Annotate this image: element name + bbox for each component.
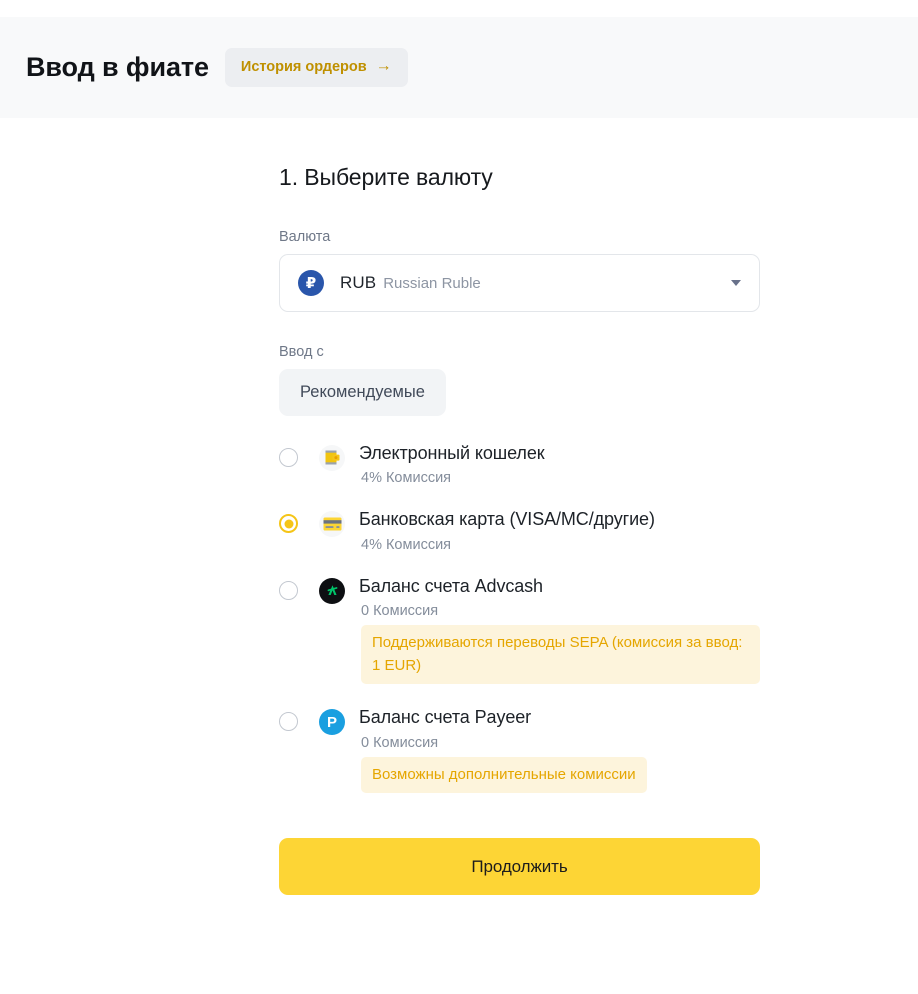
advcash-icon [319,577,345,604]
step-title: 1. Выберите валюту [279,164,493,190]
tab-recommended[interactable]: Рекомендуемые [279,369,446,416]
option-note: Возможны дополнительные комиссии [361,756,647,793]
page-title: Ввод в фиате [26,52,209,82]
option-advcash[interactable]: Баланс счета Advcash 0 Комиссия Поддержи… [279,575,760,684]
currency-select[interactable]: ₽ RUB Russian Ruble [279,254,760,312]
option-bank-card[interactable]: Банковская карта (VISA/MC/другие) 4% Ком… [279,508,760,553]
option-fee: 0 Комиссия [361,734,439,751]
option-title: Баланс счета Advcash [359,575,543,596]
option-e-wallet[interactable]: Электронный кошелек 4% Комиссия [279,442,760,486]
option-title: Баланс счета Payeer [359,707,532,727]
continue-button[interactable]: Продолжить [279,838,760,895]
page-header: Ввод в фиате История ордеров → [0,17,918,118]
option-payeer[interactable]: P Баланс счета Payeer 0 Комиссия Возможн… [279,706,760,793]
rub-coin-icon: ₽ [298,270,324,296]
option-note: Поддерживаются переводы SEPA (комиссия з… [361,625,760,684]
top-white-strip [0,0,918,17]
option-fee: 0 Комиссия [361,603,439,619]
radio-e-wallet[interactable] [279,447,298,467]
order-history-label: История ордеров [240,58,367,75]
radio-bank-card[interactable] [279,514,298,533]
option-fee: 4% Комиссия [361,536,452,553]
main-content: 1. Выберите валюту Валюта ₽ RUB Russian … [0,118,918,895]
currency-code: RUB [340,273,377,292]
order-history-button[interactable]: История ордеров → [224,48,408,87]
source-label: Ввод с [279,344,324,360]
currency-label: Валюта [279,229,331,245]
wallet-icon [319,444,345,471]
radio-advcash[interactable] [279,580,298,600]
chevron-down-icon[interactable] [731,280,741,286]
payment-method-list: Электронный кошелек 4% Комиссия Банковск… [279,442,760,793]
source-section: Ввод с Рекомендуемые Электронный кошелек… [279,344,760,793]
currency-name: Russian Ruble [383,274,481,292]
option-title: Электронный кошелек [359,442,545,463]
payeer-icon: P [319,709,345,735]
arrow-right-icon: → [375,57,392,75]
option-title: Банковская карта (VISA/MC/другие) [359,509,655,529]
credit-card-icon [319,511,345,537]
option-fee: 4% Комиссия [361,470,452,486]
radio-payeer[interactable] [279,712,298,731]
